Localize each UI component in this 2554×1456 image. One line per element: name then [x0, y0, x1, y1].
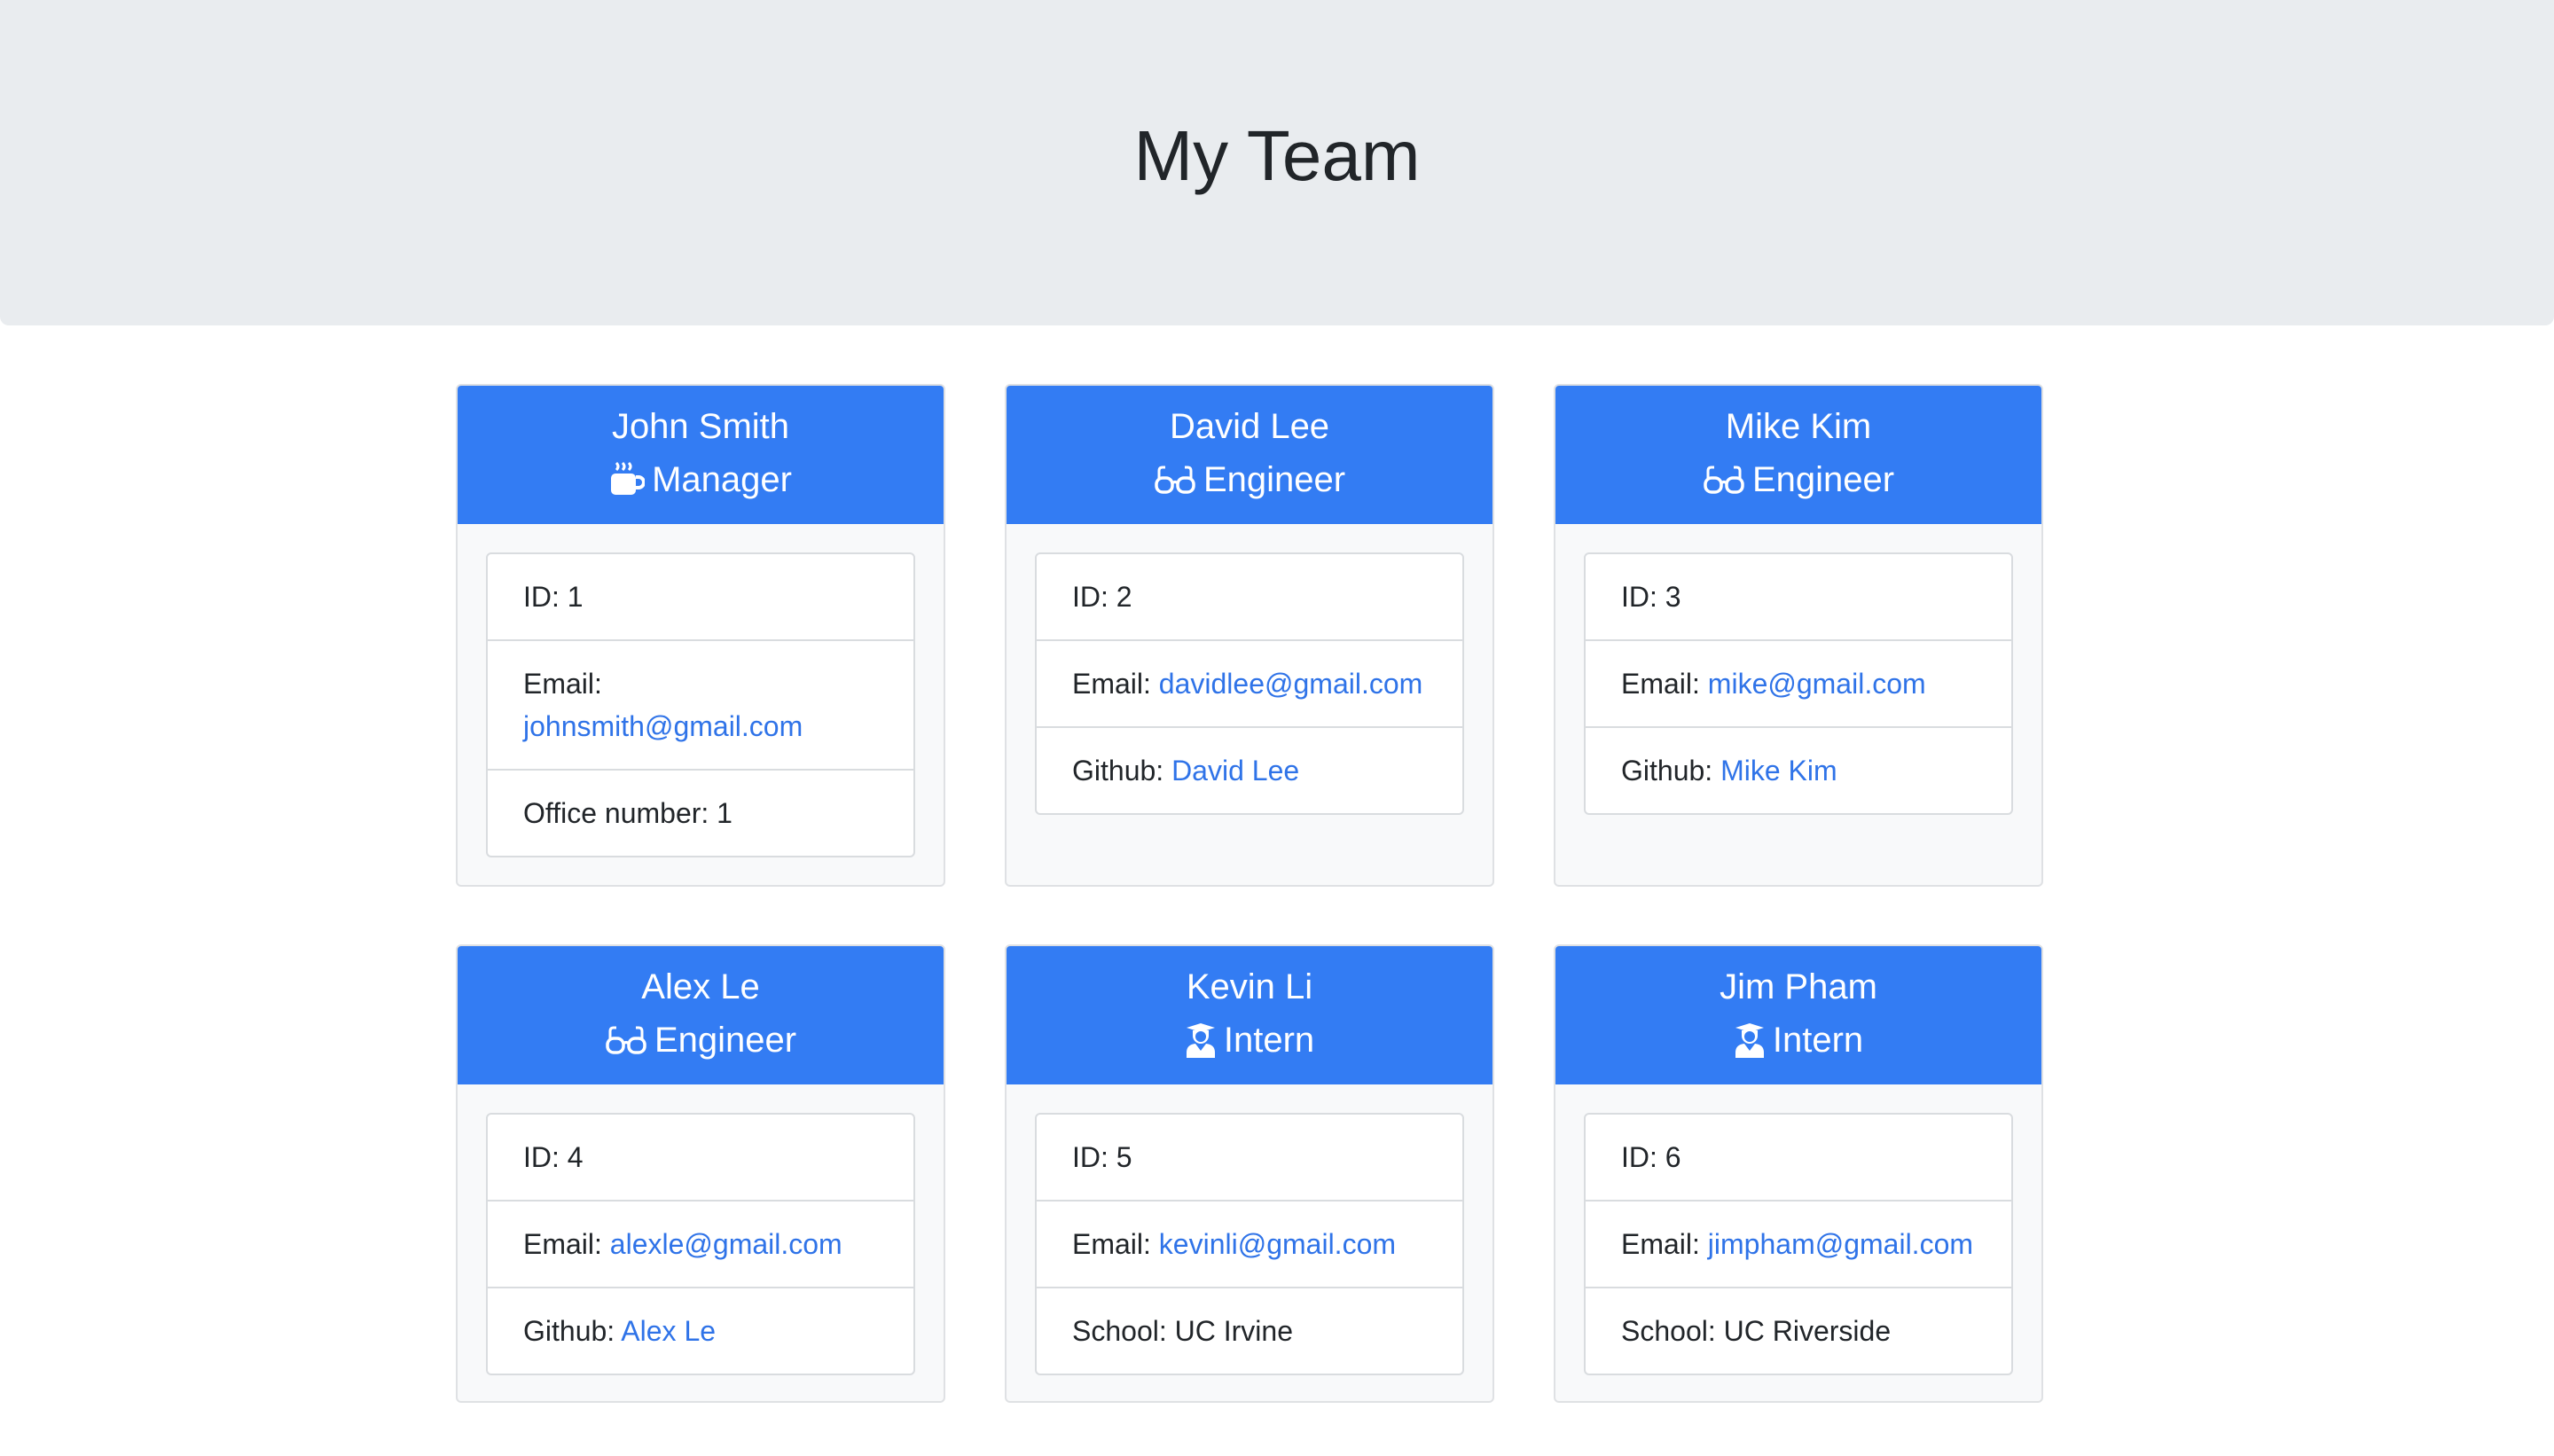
email-row: Email: davidlee@gmail.com — [1037, 641, 1462, 728]
github-row: Github: Mike Kim — [1586, 728, 2011, 813]
employee-role: Manager — [458, 453, 944, 506]
role-label: Engineer — [1203, 460, 1346, 499]
employee-card: Jim Pham Intern ID: 6 Email: jimpham@gma… — [1554, 944, 2043, 1403]
employee-card: Alex Le Engineer ID: 4 Email: alexle@gma… — [456, 944, 945, 1403]
glasses-icon — [1154, 464, 1196, 496]
coffee-mug-icon — [609, 461, 646, 498]
role-label: Engineer — [654, 1021, 797, 1060]
card-body: ID: 3 Email: mike@gmail.com Github: Mike… — [1555, 524, 2041, 843]
graduate-icon — [1734, 1022, 1766, 1058]
employee-role: Intern — [1007, 1014, 1492, 1067]
email-label: Email: — [523, 1228, 602, 1260]
page-title: My Team — [1133, 115, 1421, 195]
employee-name: Kevin Li — [1186, 967, 1313, 1006]
email-link[interactable]: johnsmith@gmail.com — [523, 710, 803, 742]
employee-role: Intern — [1555, 1014, 2041, 1067]
employee-card: David Lee Engineer ID: 2 Email: davidlee… — [1005, 384, 1494, 887]
employee-role: Engineer — [1555, 453, 2041, 506]
email-row: Email: mike@gmail.com — [1586, 641, 2011, 728]
details-list: ID: 3 Email: mike@gmail.com Github: Mike… — [1584, 552, 2013, 815]
details-list: ID: 2 Email: davidlee@gmail.com Github: … — [1035, 552, 1464, 815]
glasses-icon — [1703, 464, 1745, 496]
employee-card: Mike Kim Engineer ID: 3 Email: mike@gmai… — [1554, 384, 2043, 887]
card-body: ID: 6 Email: jimpham@gmail.com School: U… — [1555, 1084, 2041, 1401]
card-header: Kevin Li Intern — [1007, 946, 1492, 1084]
card-header: Mike Kim Engineer — [1555, 386, 2041, 524]
email-link[interactable]: davidlee@gmail.com — [1159, 668, 1423, 700]
employee-role: Engineer — [458, 1014, 944, 1067]
github-link[interactable]: Mike Kim — [1720, 755, 1837, 787]
glasses-icon — [605, 1024, 647, 1056]
email-link[interactable]: alexle@gmail.com — [610, 1228, 842, 1260]
email-label: Email: — [1621, 1228, 1700, 1260]
card-body: ID: 4 Email: alexle@gmail.com Github: Al… — [458, 1084, 944, 1401]
email-link[interactable]: mike@gmail.com — [1708, 668, 1926, 700]
employee-card: Kevin Li Intern ID: 5 Email: kevinli@gma… — [1005, 944, 1494, 1403]
id-row: ID: 5 — [1037, 1115, 1462, 1202]
email-row: Email: kevinli@gmail.com — [1037, 1202, 1462, 1288]
email-row: Email: johnsmith@gmail.com — [488, 641, 913, 771]
employee-name: David Lee — [1169, 407, 1330, 446]
school-row: School: UC Riverside — [1621, 1315, 1892, 1347]
employee-card: John Smith Manager ID: 1 Email: johnsmit… — [456, 384, 945, 887]
details-list: ID: 4 Email: alexle@gmail.com Github: Al… — [486, 1113, 915, 1375]
github-label: Github: — [523, 1315, 615, 1347]
role-label: Intern — [1772, 1021, 1864, 1060]
email-label: Email: — [1621, 668, 1700, 700]
github-row: Github: David Lee — [1037, 728, 1462, 813]
details-list: ID: 1 Email: johnsmith@gmail.com Office … — [486, 552, 915, 857]
id-row: ID: 2 — [1037, 554, 1462, 641]
details-list: ID: 6 Email: jimpham@gmail.com School: U… — [1584, 1113, 2013, 1375]
email-label: Email: — [1072, 1228, 1151, 1260]
card-header: John Smith Manager — [458, 386, 944, 524]
school-row: School: UC Irvine — [1072, 1315, 1293, 1347]
email-row: Email: jimpham@gmail.com — [1586, 1202, 2011, 1288]
id-row: ID: 3 — [1586, 554, 2011, 641]
card-body: ID: 5 Email: kevinli@gmail.com School: U… — [1007, 1084, 1492, 1401]
email-link[interactable]: kevinli@gmail.com — [1159, 1228, 1396, 1260]
github-row: Github: Alex Le — [488, 1288, 913, 1374]
github-link[interactable]: Alex Le — [621, 1315, 716, 1347]
email-label: Email: — [523, 668, 602, 700]
employee-name: Jim Pham — [1720, 967, 1877, 1006]
card-header: Alex Le Engineer — [458, 946, 944, 1084]
github-link[interactable]: David Lee — [1171, 755, 1299, 787]
email-row: Email: alexle@gmail.com — [488, 1202, 913, 1288]
employee-name: Alex Le — [641, 967, 760, 1006]
card-header: David Lee Engineer — [1007, 386, 1492, 524]
employee-name: John Smith — [611, 407, 790, 446]
role-label: Engineer — [1751, 460, 1895, 499]
team-grid: John Smith Manager ID: 1 Email: johnsmit… — [456, 384, 2043, 1403]
details-list: ID: 5 Email: kevinli@gmail.com School: U… — [1035, 1113, 1464, 1375]
github-label: Github: — [1621, 755, 1713, 787]
card-body: ID: 2 Email: davidlee@gmail.com Github: … — [1007, 524, 1492, 843]
id-row: ID: 1 — [488, 554, 913, 641]
office-number-row: Office number: 1 — [523, 797, 733, 829]
id-row: ID: 6 — [1586, 1115, 2011, 1202]
github-label: Github: — [1072, 755, 1164, 787]
employee-name: Mike Kim — [1725, 407, 1872, 446]
employee-role: Engineer — [1007, 453, 1492, 506]
role-label: Intern — [1223, 1021, 1315, 1060]
card-header: Jim Pham Intern — [1555, 946, 2041, 1084]
email-label: Email: — [1072, 668, 1151, 700]
id-row: ID: 4 — [488, 1115, 913, 1202]
page-header: My Team — [0, 0, 2554, 325]
role-label: Manager — [652, 460, 792, 499]
card-body: ID: 1 Email: johnsmith@gmail.com Office … — [458, 524, 944, 885]
email-link[interactable]: jimpham@gmail.com — [1708, 1228, 1973, 1260]
graduate-icon — [1185, 1022, 1217, 1058]
